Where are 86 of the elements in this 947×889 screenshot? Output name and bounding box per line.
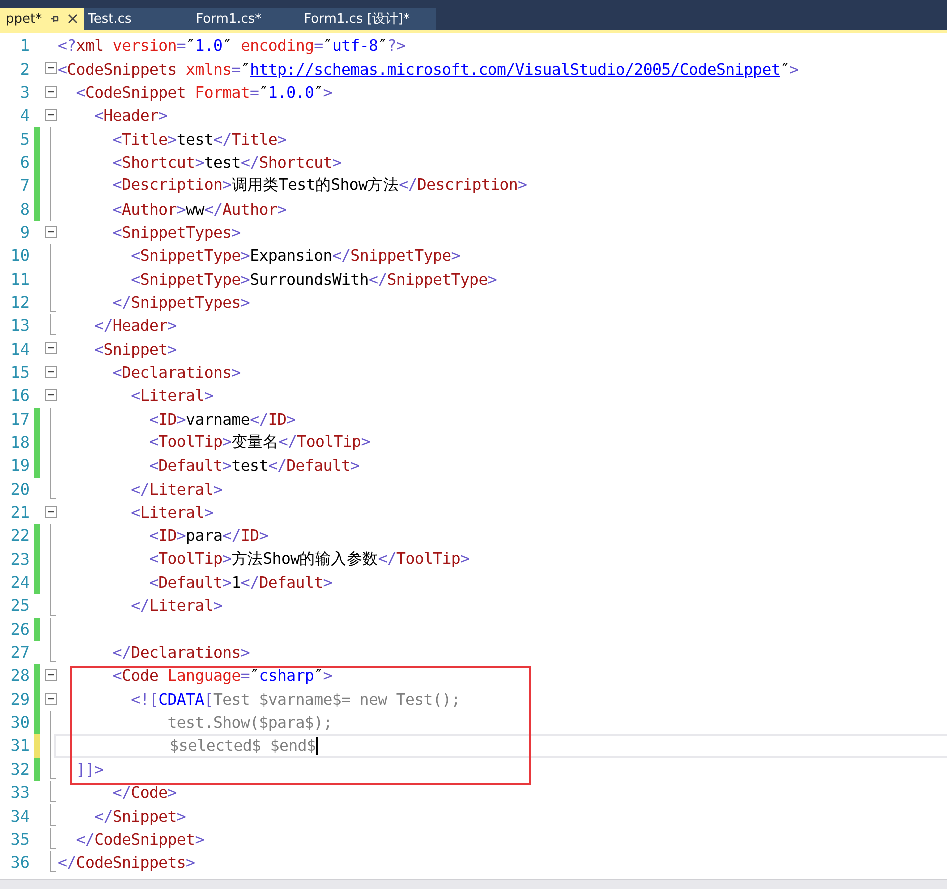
code-line: <CodeSnippets xmlns=″http://schemas.microsoft.com/VisualStudio/2005/CodeSnippet″> xyxy=(58,60,799,79)
code-line: <Code Language=″csharp″> xyxy=(112,666,332,686)
collapse-icon[interactable] xyxy=(45,109,57,122)
collapse-icon[interactable] xyxy=(45,62,57,74)
pin-icon[interactable] xyxy=(50,14,60,24)
collapse-icon[interactable] xyxy=(45,366,57,378)
close-icon[interactable] xyxy=(68,14,78,24)
line-number: 33 xyxy=(10,783,30,802)
line-number: 30 xyxy=(10,713,30,732)
code-line: <Literal> xyxy=(130,503,214,522)
line-number: 24 xyxy=(10,573,30,592)
line-number: 19 xyxy=(10,456,30,476)
line-number: 31 xyxy=(10,736,30,756)
line-number: 9 xyxy=(19,222,30,242)
line-number: 35 xyxy=(10,830,30,849)
code-line: <SnippetType>Expansion</SnippetType> xyxy=(130,246,460,266)
line-number: 2 xyxy=(19,60,30,79)
code-line: </Declarations> xyxy=(112,643,250,662)
code-line: <SnippetType>SurroundsWith</SnippetType> xyxy=(130,270,497,289)
collapse-icon[interactable] xyxy=(45,86,57,98)
collapse-icon[interactable] xyxy=(45,226,57,238)
line-number: 21 xyxy=(10,503,30,522)
collapse-icon[interactable] xyxy=(45,692,57,705)
code-line: test.Show($para$); xyxy=(166,713,332,732)
line-number: 25 xyxy=(10,596,30,616)
code-line: </CodeSnippets> xyxy=(58,853,196,872)
code-line: </CodeSnippet> xyxy=(75,830,204,849)
code-line: </Literal> xyxy=(130,596,223,616)
line-number: 28 xyxy=(10,666,30,686)
code-line: <CodeSnippet Format=″1.0.0″> xyxy=(75,82,332,102)
line-number: 18 xyxy=(10,433,30,452)
code-line: <Declarations> xyxy=(112,362,241,382)
collapse-icon[interactable] xyxy=(45,506,57,518)
code-line: <Default>1</Default> xyxy=(148,573,332,592)
code-line: </Header> xyxy=(94,316,177,336)
code-line: <Snippet> xyxy=(94,340,177,359)
collapse-icon[interactable] xyxy=(45,389,57,402)
code-line: <Header> xyxy=(94,106,168,126)
line-number: 14 xyxy=(10,340,30,359)
code-line: <Literal> xyxy=(130,386,214,406)
line-number: 7 xyxy=(19,176,30,196)
line-number: 5 xyxy=(19,130,30,149)
fold-guide-line xyxy=(50,618,51,641)
line-number: 20 xyxy=(10,480,30,499)
code-line: </Snippet> xyxy=(94,806,186,826)
line-number: 26 xyxy=(10,620,30,639)
code-line: <ToolTip>方法Show的输入参数</ToolTip> xyxy=(148,548,470,570)
code-line: <Shortcut>test</Shortcut> xyxy=(112,152,342,172)
line-number: 34 xyxy=(10,806,30,826)
line-number: 10 xyxy=(10,246,30,266)
line-number: 27 xyxy=(10,643,30,662)
line-number: 17 xyxy=(10,410,30,429)
code-line: </Literal> xyxy=(130,480,223,499)
line-number: 6 xyxy=(19,152,30,172)
horizontal-scrollbar[interactable] xyxy=(0,879,947,889)
code-line: <Author>ww</Author> xyxy=(112,200,287,219)
collapse-icon[interactable] xyxy=(45,669,57,682)
code-line: <![CDATA[Test $varname$= new Test(); xyxy=(130,690,460,709)
line-number: 16 xyxy=(10,386,30,406)
line-number: 11 xyxy=(10,270,30,289)
line-number: 23 xyxy=(10,550,30,569)
line-number: 36 xyxy=(10,853,30,872)
code-line: <Title>test</Title> xyxy=(112,130,287,149)
line-number: 29 xyxy=(10,690,30,709)
collapse-icon[interactable] xyxy=(45,342,57,354)
line-number: 15 xyxy=(10,362,30,382)
line-number: 1 xyxy=(19,36,30,56)
line-number: 22 xyxy=(10,526,30,546)
code-line: <ID>varname</ID> xyxy=(148,410,296,429)
line-number: 13 xyxy=(10,316,30,336)
line-number: 4 xyxy=(19,106,30,126)
line-number: 3 xyxy=(19,82,30,102)
code-line: </Code> xyxy=(112,783,177,802)
line-number: 12 xyxy=(10,292,30,312)
code-line: <SnippetTypes> xyxy=(112,222,241,242)
code-line: ]]> xyxy=(75,760,104,779)
code-line: <Default>test</Default> xyxy=(148,456,360,476)
code-line: </SnippetTypes> xyxy=(112,292,250,312)
line-number: 32 xyxy=(10,760,30,779)
code-line: <Description>调用类Test的Show方法</Description> xyxy=(112,175,528,196)
file-tab[interactable]: ppet* xyxy=(0,8,84,30)
line-number: 8 xyxy=(19,200,30,219)
code-line: <ToolTip>变量名</ToolTip> xyxy=(148,432,370,454)
code-line: <ID>para</ID> xyxy=(148,526,268,546)
code-line: <?xml version=″1.0″ encoding=″utf-8″?> xyxy=(58,36,406,56)
code-line: $selected$ $end$ xyxy=(168,736,316,756)
